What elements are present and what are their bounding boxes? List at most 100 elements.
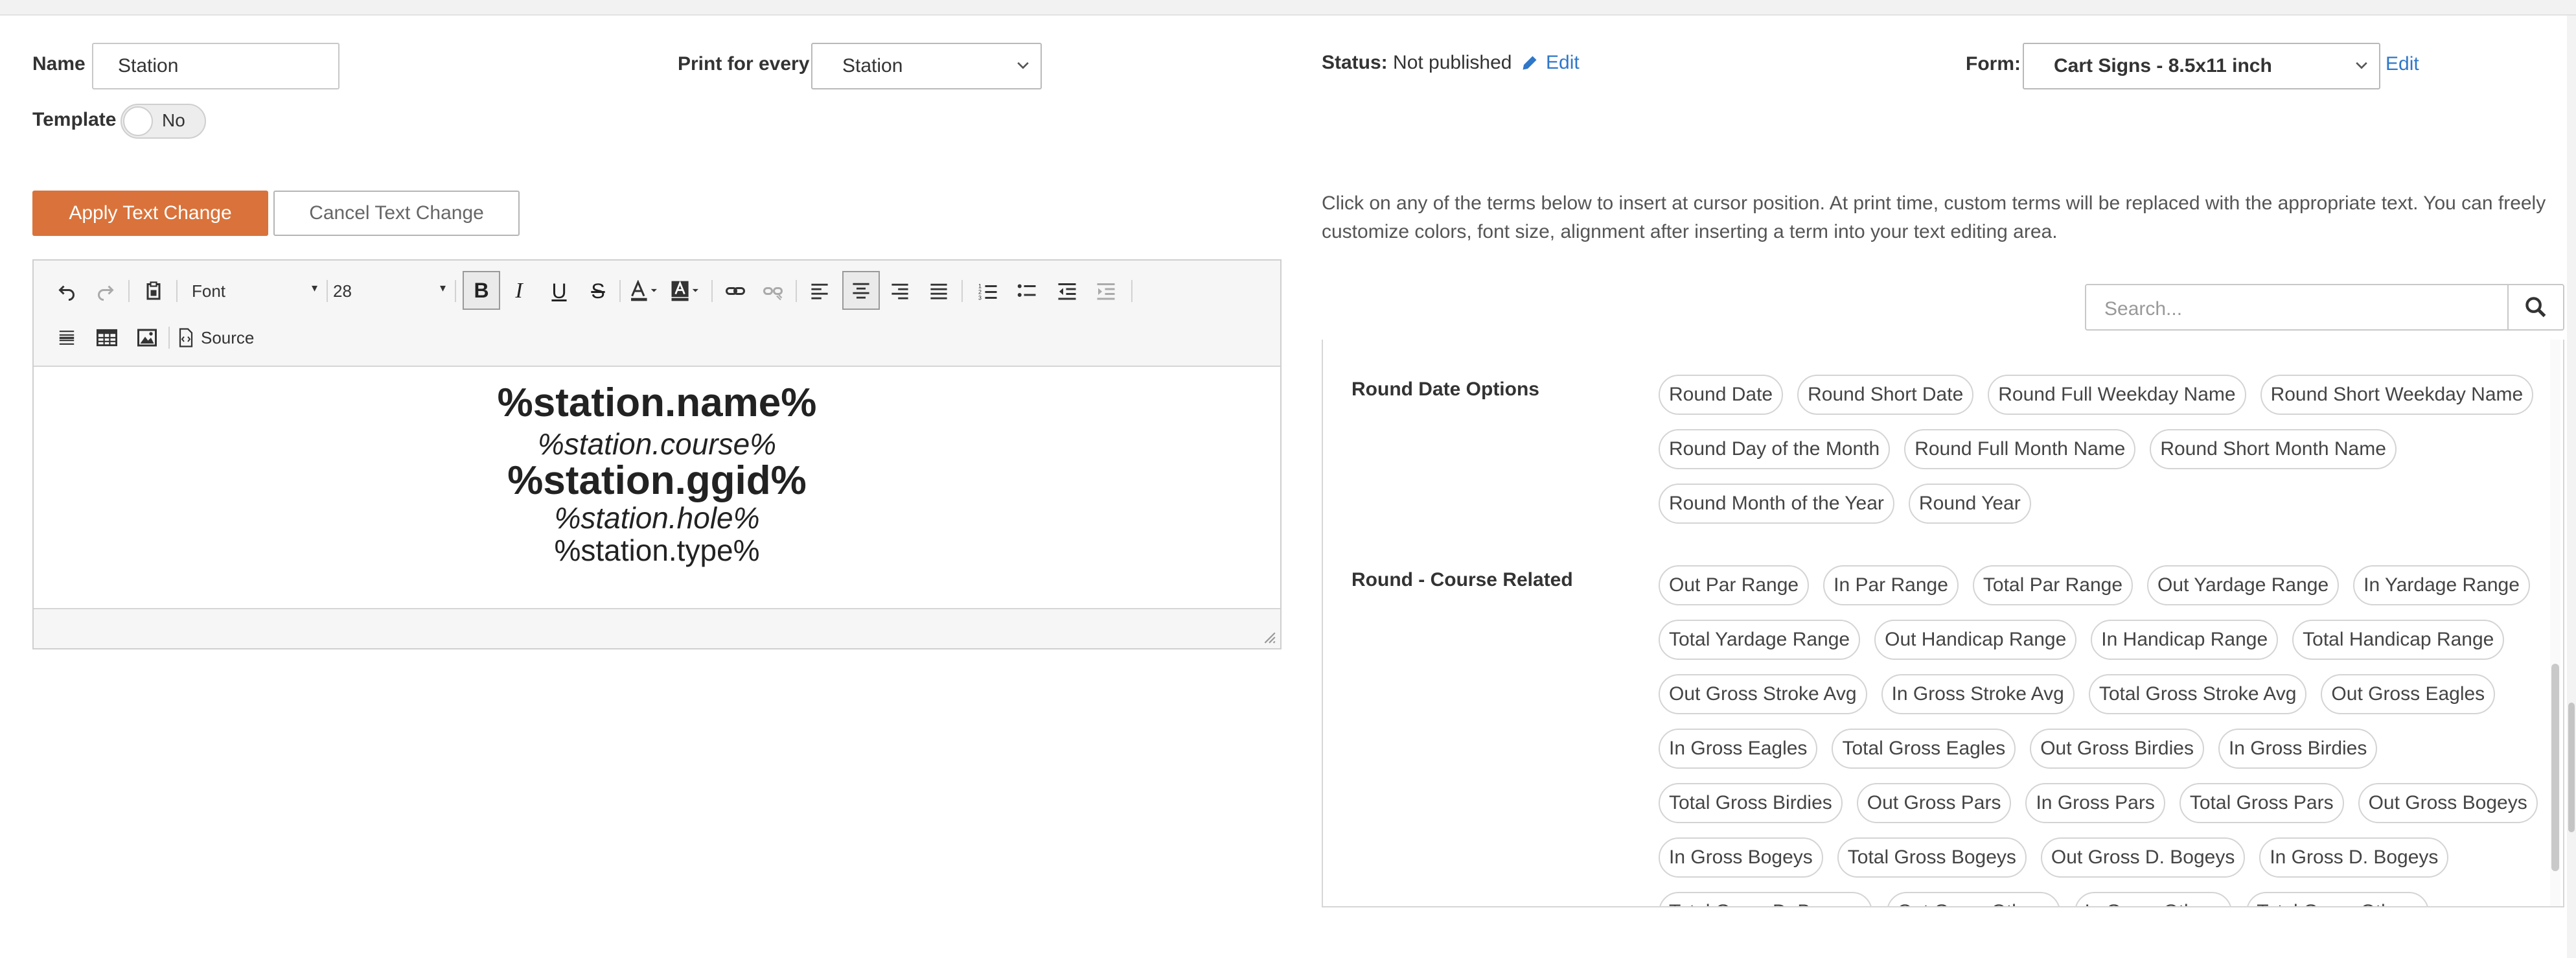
form-select[interactable]: Cart Signs - 8.5x11 inch — [2023, 43, 2380, 89]
cancel-text-change-button[interactable]: Cancel Text Change — [273, 191, 520, 236]
paste-icon[interactable] — [137, 275, 170, 307]
term-chip[interactable]: Out Handicap Range — [1874, 620, 2077, 660]
term-chip[interactable]: Round Year — [1908, 484, 2031, 524]
term-chip[interactable]: Total Gross Bogeys — [1837, 837, 2027, 878]
editor-content[interactable]: %station.name% %station.course% %station… — [34, 367, 1280, 607]
editor-line: %station.course% — [537, 427, 777, 461]
toolbar-separator — [176, 280, 178, 302]
font-size-select[interactable]: 28 ▾ — [333, 275, 450, 307]
term-chip[interactable]: Out Gross Others — [1887, 892, 2060, 906]
background-color-button[interactable] — [666, 275, 705, 307]
font-select[interactable]: Font ▾ — [192, 275, 321, 307]
term-chip[interactable]: Out Gross Bogeys — [2358, 783, 2538, 823]
term-chip[interactable]: Round Short Weekday Name — [2260, 375, 2534, 415]
source-button[interactable]: Source — [178, 321, 255, 354]
chevron-down-icon — [1017, 62, 1029, 69]
search-button[interactable] — [2507, 285, 2563, 329]
strikethrough-button[interactable]: S — [582, 275, 614, 307]
status-label: Status: — [1322, 52, 1388, 73]
redo-icon[interactable] — [89, 275, 122, 307]
image-icon[interactable] — [131, 321, 163, 354]
bold-button[interactable]: B — [463, 271, 500, 310]
term-chip[interactable]: In Gross Pars — [2025, 783, 2165, 823]
underline-button[interactable]: U — [543, 275, 575, 307]
name-input[interactable]: Station — [92, 43, 339, 89]
term-chip[interactable]: Round Month of the Year — [1659, 484, 1894, 524]
chevron-down-icon — [2356, 62, 2367, 69]
search-input[interactable]: Search... — [2104, 298, 2182, 320]
term-chip[interactable]: Total Gross Pars — [2179, 783, 2344, 823]
resize-handle-icon[interactable] — [1262, 630, 1276, 644]
undo-icon[interactable] — [51, 275, 83, 307]
align-left-icon[interactable] — [803, 275, 836, 307]
term-chip[interactable]: Total Gross Eagles — [1832, 729, 2016, 769]
unlink-icon[interactable] — [757, 275, 789, 307]
term-chips: Round Date Round Short Date Round Full W… — [1659, 375, 2553, 538]
term-chip[interactable]: Out Yardage Range — [2147, 565, 2340, 605]
term-chip[interactable]: Total Handicap Range — [2292, 620, 2505, 660]
svg-text:3: 3 — [978, 295, 982, 301]
term-chip[interactable]: Round Short Month Name — [2150, 429, 2397, 469]
form-edit-link[interactable]: Edit — [2386, 53, 2419, 75]
link-icon[interactable] — [719, 275, 752, 307]
term-chip[interactable]: In Gross Birdies — [2218, 729, 2378, 769]
terms-scrollbar-thumb[interactable] — [2551, 664, 2559, 871]
term-chip[interactable]: Round Date — [1659, 375, 1784, 415]
toolbar-separator — [168, 327, 170, 349]
term-chip[interactable]: Total Gross Others — [2246, 892, 2430, 906]
font-select-label: Font — [192, 281, 226, 301]
term-chip[interactable]: Total Gross Stroke Avg — [2088, 674, 2307, 714]
term-chip[interactable]: Round Day of the Month — [1659, 429, 1891, 469]
term-chip[interactable]: In Yardage Range — [2353, 565, 2530, 605]
term-chip[interactable]: Out Gross Stroke Avg — [1659, 674, 1867, 714]
term-chip[interactable]: Out Gross D. Bogeys — [2040, 837, 2246, 878]
toolbar-separator — [796, 280, 797, 302]
term-chip[interactable]: Out Gross Eagles — [2321, 674, 2496, 714]
status-edit-link[interactable]: Edit — [1546, 52, 1580, 74]
pencil-icon[interactable] — [1520, 53, 1539, 73]
text-color-button[interactable] — [625, 275, 663, 307]
term-chip[interactable]: Out Gross Pars — [1856, 783, 2012, 823]
italic-button[interactable]: I — [503, 275, 535, 307]
term-chip[interactable]: Total Gross Birdies — [1659, 783, 1843, 823]
template-toggle-text: No — [162, 110, 185, 130]
status: Status: Not published — [1322, 52, 1512, 74]
table-icon[interactable] — [91, 321, 123, 354]
term-chip[interactable]: Total Gross D. Bogeys — [1659, 892, 1873, 906]
term-chip[interactable]: Out Par Range — [1659, 565, 1810, 605]
page-scrollbar[interactable] — [2567, 16, 2576, 958]
term-chip[interactable]: Total Yardage Range — [1659, 620, 1861, 660]
rich-text-editor: Font ▾ 28 ▾ B I U S 1 2 3 Source %statio… — [32, 259, 1282, 649]
apply-text-change-button[interactable]: Apply Text Change — [32, 191, 268, 236]
align-right-icon[interactable] — [884, 275, 916, 307]
term-chip[interactable]: Round Full Weekday Name — [1988, 375, 2246, 415]
term-chip[interactable]: Round Full Month Name — [1904, 429, 2136, 469]
numbered-list-icon[interactable]: 123 — [972, 275, 1004, 307]
term-chip[interactable]: Round Short Date — [1797, 375, 1974, 415]
term-chip[interactable]: In Par Range — [1823, 565, 1959, 605]
name-label: Name — [32, 53, 86, 75]
print-for-every-value: Station — [842, 55, 903, 76]
align-center-icon[interactable] — [842, 271, 880, 310]
print-for-every-label: Print for every — [678, 53, 810, 75]
term-chip[interactable]: In Gross Stroke Avg — [1881, 674, 2075, 714]
term-chip[interactable]: Out Gross Birdies — [2030, 729, 2204, 769]
term-chip[interactable]: In Handicap Range — [2091, 620, 2279, 660]
group-title: Round - Course Related — [1351, 569, 1573, 590]
form-value: Cart Signs - 8.5x11 inch — [2054, 55, 2272, 76]
outdent-icon[interactable] — [1051, 275, 1083, 307]
toolbar-separator — [1131, 280, 1133, 302]
template-toggle[interactable]: No — [121, 104, 206, 139]
print-for-every-select[interactable]: Station — [811, 43, 1042, 89]
term-chip[interactable]: Total Par Range — [1972, 565, 2133, 605]
indent-icon[interactable] — [1090, 275, 1122, 307]
term-chip[interactable]: In Gross Eagles — [1659, 729, 1818, 769]
horizontal-rule-icon[interactable] — [51, 321, 83, 354]
align-justify-icon[interactable] — [923, 275, 955, 307]
page-scrollbar-thumb[interactable] — [2568, 703, 2575, 832]
bullet-list-icon[interactable] — [1011, 275, 1043, 307]
term-chip[interactable]: In Gross D. Bogeys — [2259, 837, 2449, 878]
term-chip[interactable]: In Gross Others — [2074, 892, 2233, 906]
toolbar-separator — [128, 280, 130, 302]
term-chip[interactable]: In Gross Bogeys — [1659, 837, 1823, 878]
